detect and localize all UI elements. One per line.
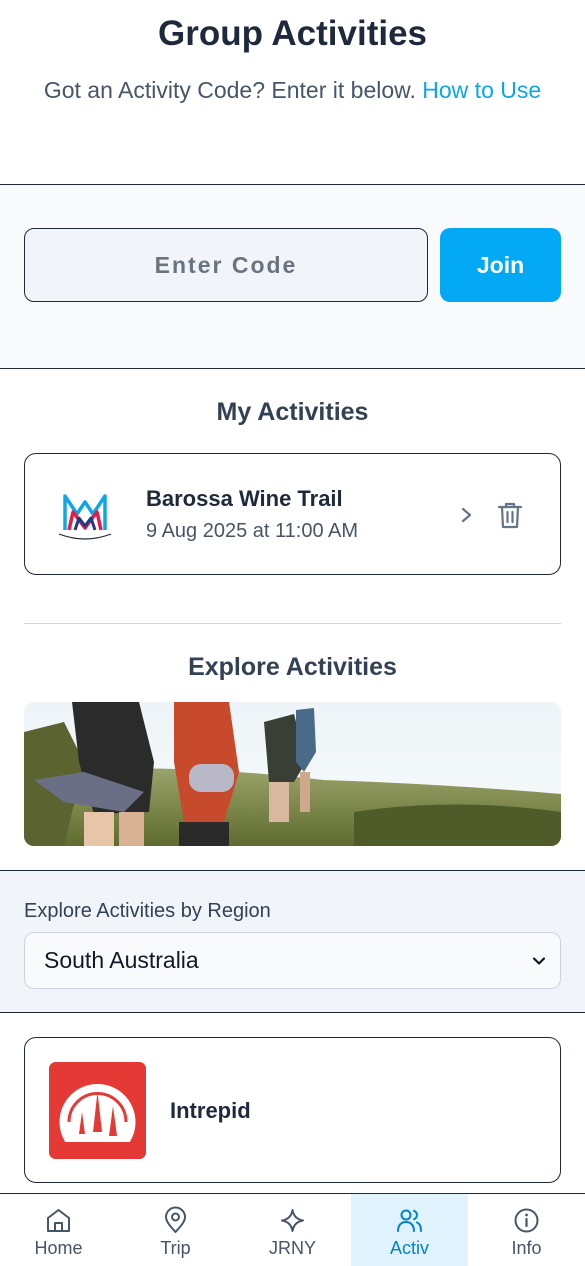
subtitle-text: Got an Activity Code? Enter it below.	[43, 77, 416, 103]
region-label: Explore Activities by Region	[24, 900, 271, 922]
activity-card[interactable]: Barossa Wine Trail 9 Aug 2025 at 11:00 A…	[24, 453, 561, 575]
nav-item-info[interactable]: Info	[468, 1194, 585, 1266]
nav-item-home[interactable]: Home	[0, 1194, 117, 1266]
nav-label-activ: Activ	[389, 1238, 429, 1258]
page-header: Group Activities Got an Activity Code? E…	[0, 0, 585, 185]
nav-item-jrny[interactable]: JRNY	[234, 1194, 351, 1266]
code-entry-section: Join	[0, 185, 585, 369]
chevron-right-icon[interactable]	[457, 503, 477, 527]
my-activities-title: My Activities	[216, 398, 369, 426]
chevron-down-icon	[532, 957, 546, 965]
activity-name: Barossa Wine Trail	[146, 486, 343, 511]
region-select[interactable]: South Australia	[24, 932, 561, 989]
intrepid-logo	[49, 1062, 146, 1159]
nav-item-activ[interactable]: Activ	[351, 1194, 468, 1266]
section-divider	[24, 623, 561, 624]
marwin-media-logo	[58, 494, 112, 540]
operator-name: Intrepid	[170, 1098, 251, 1123]
users-icon	[397, 1209, 422, 1232]
activity-code-input[interactable]	[24, 228, 428, 302]
hikers-hero-image	[24, 702, 561, 846]
region-selected-value: South Australia	[44, 947, 199, 973]
bottom-nav: Home Trip JRNY Activ Info	[0, 1193, 585, 1266]
nav-label-info: Info	[511, 1238, 542, 1258]
nav-label-trip: Trip	[160, 1238, 191, 1258]
info-icon	[514, 1208, 539, 1233]
how-to-use-link[interactable]: How to Use	[422, 77, 541, 103]
page-subtitle: Got an Activity Code? Enter it below. Ho…	[30, 72, 555, 108]
nav-label-home: Home	[34, 1238, 83, 1258]
page-title: Group Activities	[157, 14, 428, 53]
region-filter-section: Explore Activities by Region South Austr…	[0, 870, 585, 1013]
map-pin-icon	[165, 1206, 186, 1233]
nav-label-jrny: JRNY	[268, 1238, 316, 1258]
nav-item-trip[interactable]: Trip	[117, 1194, 234, 1266]
explore-activities-title: Explore Activities	[188, 653, 397, 681]
join-button[interactable]: Join	[440, 228, 561, 302]
home-icon	[47, 1209, 70, 1232]
operator-card[interactable]: Intrepid	[24, 1037, 561, 1183]
activity-date: 9 Aug 2025 at 11:00 AM	[146, 520, 359, 542]
trash-icon[interactable]	[497, 500, 523, 530]
sparkle-icon	[281, 1209, 304, 1232]
